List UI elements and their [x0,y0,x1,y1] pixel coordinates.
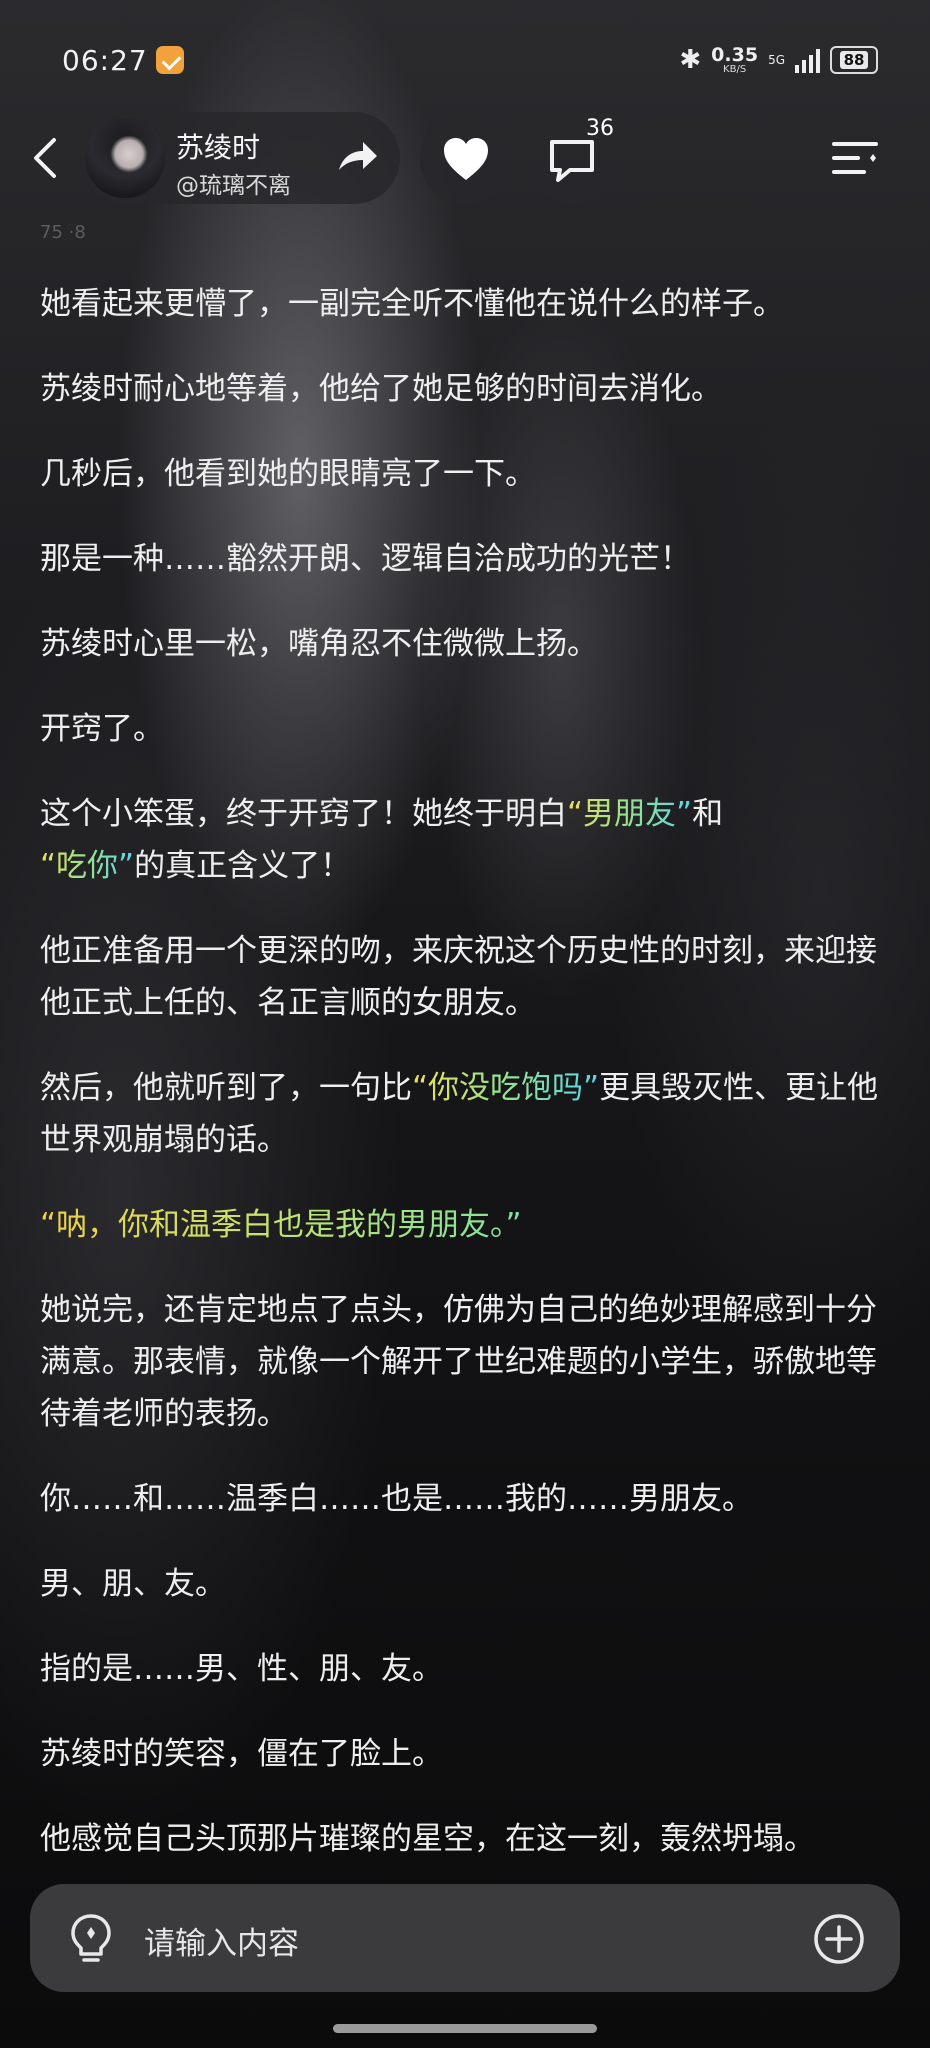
network-type-icon: 5G [768,53,785,67]
paragraph: 这个小笨蛋，终于开窍了！她终于明白“男朋友”和 “吃你”的真正含义了！ [40,796,724,884]
paragraph: 然后，他就听到了，一句比“你没吃饱吗”更具毁灭性、更让他世界观崩塌的话。 [40,1070,879,1158]
status-bar: 06:27 ✱ 0.35 KB/S 5G 88 [0,0,930,120]
battery-icon: 88 [830,46,878,74]
reader-content: 她看起来更懵了，一副完全听不懂他在说什么的样子。 苏绫时耐心地等着，他给了她足够… [40,278,890,1898]
status-icons: ✱ 0.35 KB/S 5G 88 [679,42,878,78]
paragraph: 指的是……男、性、朋、友。 [40,1651,443,1687]
comment-icon [550,140,594,182]
back-arrow-icon[interactable] [24,134,68,182]
paragraph: 苏绫时心里一松，嘴角忍不住微微上扬。 [40,626,598,662]
highlighted-quote[interactable]: “男朋友” [567,796,692,832]
paragraph: 他正准备用一个更深的吻，来庆祝这个历史性的时刻，来迎接他正式上任的、名正言顺的女… [40,933,877,1021]
comment-count: 36 [586,116,614,141]
paragraph: 苏绫时耐心地等着，他给了她足够的时间去消化。 [40,371,722,407]
paragraph: 她看起来更懵了，一副完全听不懂他在说什么的样子。 [40,286,784,322]
avatar[interactable] [85,118,165,198]
highlighted-quote[interactable]: “吃你” [40,848,134,884]
highlighted-paragraph[interactable]: “呐，你和温季白也是我的男朋友。” [40,1199,890,1251]
highlighted-quote[interactable]: “你没吃饱吗” [412,1070,599,1106]
network-speed: 0.35 KB/S [711,43,759,75]
paragraph: 开窍了。 [40,711,164,747]
comment-input-bar[interactable]: 请输入内容 [30,1884,900,1992]
like-button[interactable] [420,112,510,204]
paragraph: 你……和……温季白……也是……我的……男朋友。 [40,1481,753,1517]
author-handle: @琉璃不离 [176,173,291,199]
bluetooth-icon: ✱ [679,45,702,75]
paragraph: 男、朋、友。 [40,1566,226,1602]
heart-icon [444,138,488,180]
add-circle-icon[interactable] [812,1912,866,1966]
author-chip[interactable]: 苏绫时 @琉璃不离 [80,112,400,204]
top-nav: 苏绫时 @琉璃不离 36 [0,108,930,208]
comment-button[interactable]: 36 [530,112,620,204]
author-name: 苏绫时 [176,131,261,164]
chapter-marker: 75 ·8 [40,222,86,243]
menu-icon[interactable] [830,134,880,182]
paragraph: 那是一种……豁然开朗、逻辑自洽成功的光芒！ [40,541,691,577]
paragraph: 几秒后，他看到她的眼睛亮了一下。 [40,456,536,492]
lightbulb-icon[interactable] [68,1912,114,1966]
paragraph: 苏绫时的笑容，僵在了脸上。 [40,1736,443,1772]
paragraph: 他感觉自己头顶那片璀璨的星空，在这一刻，轰然坍塌。 [40,1821,815,1857]
app-notification-icon [156,46,184,74]
share-icon[interactable] [335,136,379,180]
comment-input[interactable]: 请输入内容 [144,1918,299,1963]
home-indicator[interactable] [333,2024,597,2033]
paragraph: 她说完，还肯定地点了点头，仿佛为自己的绝妙理解感到十分满意。那表情，就像一个解开… [40,1292,877,1432]
status-time: 06:27 [62,44,148,77]
signal-icon [795,47,820,73]
